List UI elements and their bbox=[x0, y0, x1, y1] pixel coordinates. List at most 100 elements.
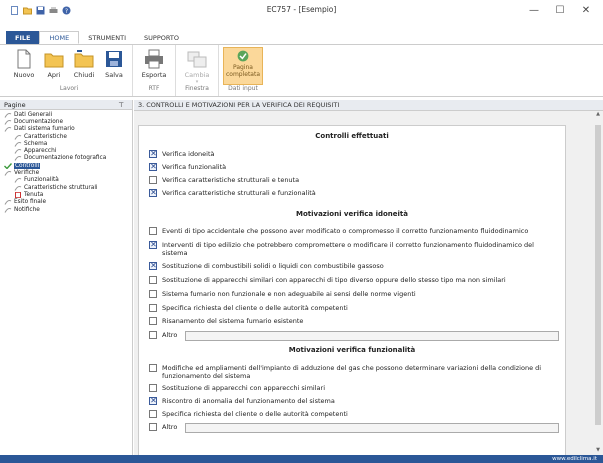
checkbox[interactable] bbox=[149, 227, 157, 235]
checkbox-checked[interactable] bbox=[149, 240, 157, 250]
tree-item[interactable]: Documentazione fotografica bbox=[0, 155, 132, 162]
checkbox-checked[interactable] bbox=[149, 162, 157, 172]
pin-icon[interactable]: ⊤ bbox=[118, 101, 124, 109]
page-icon bbox=[14, 155, 22, 162]
page-icon bbox=[14, 177, 22, 184]
apri-button[interactable]: Apri bbox=[40, 47, 68, 85]
checkbox-label: Eventi di tipo accidentale che possono a… bbox=[162, 227, 529, 235]
altro-row: Altro bbox=[149, 423, 559, 433]
checkbox[interactable] bbox=[149, 331, 157, 339]
tree-item[interactable]: Funzionalità bbox=[0, 177, 132, 184]
open-folder-icon bbox=[44, 53, 64, 68]
tree-item[interactable]: Schema bbox=[0, 140, 132, 147]
checkbox-checked[interactable] bbox=[149, 261, 157, 271]
sec1-title: Controlli effettuati bbox=[315, 132, 389, 140]
chiudi-button[interactable]: Chiudi bbox=[70, 47, 98, 85]
tab-supporto[interactable]: SUPPORTO bbox=[135, 31, 188, 44]
section-header: 3. CONTROLLI E MOTIVAZIONI PER LA VERIFI… bbox=[134, 100, 603, 111]
checkbox-checked[interactable] bbox=[149, 188, 157, 198]
page-icon bbox=[4, 112, 12, 118]
tree-item-label: Documentazione fotografica bbox=[24, 155, 107, 162]
scroll-thumb[interactable] bbox=[595, 125, 601, 425]
tab-file[interactable]: FILE bbox=[6, 31, 40, 44]
tree-item[interactable]: Dati sistema fumario bbox=[0, 126, 132, 133]
tree-item[interactable]: Apparecchi bbox=[0, 147, 132, 154]
checkbox[interactable] bbox=[149, 423, 157, 431]
sec2-title: Motivazioni verifica idoneità bbox=[296, 210, 408, 218]
checkbox[interactable] bbox=[149, 276, 157, 284]
vertical-scrollbar[interactable]: ▲ ▼ bbox=[593, 111, 603, 455]
checkbox-label: Riscontro di anomalia del funzionamento … bbox=[162, 397, 335, 405]
tree-item[interactable]: Dati Generali bbox=[0, 111, 132, 118]
checkbox-row: Sostituzione di combustibili solidi o li… bbox=[149, 261, 559, 271]
tree-item[interactable]: Controlli bbox=[0, 162, 132, 170]
tree-item-label: Documentazione bbox=[14, 118, 64, 125]
pagina-completata-button[interactable]: Pagina completata bbox=[223, 47, 263, 85]
tree-item[interactable]: Verifiche bbox=[0, 169, 132, 176]
checkbox-checked[interactable] bbox=[149, 149, 157, 159]
minimize-button[interactable]: — bbox=[521, 2, 547, 18]
window-controls: — ☐ ✕ bbox=[521, 2, 599, 18]
page-icon bbox=[4, 207, 12, 213]
ribbon-tabs: FILE HOME STRUMENTI SUPPORTO bbox=[0, 31, 603, 45]
checkbox-row: Sostituzione di apparecchi similari con … bbox=[149, 276, 559, 284]
scroll-up-icon[interactable]: ▲ bbox=[593, 111, 603, 119]
checkbox-label: Specifica richiesta del cliente o delle … bbox=[162, 304, 348, 312]
group-label-rtf: RTF bbox=[148, 85, 160, 92]
tree-item-label: Apparecchi bbox=[24, 148, 57, 155]
altro-row: Altro bbox=[149, 331, 559, 341]
cambia-button[interactable]: Cambia ▾ bbox=[180, 47, 214, 85]
checkbox[interactable] bbox=[149, 290, 157, 298]
tree-item-label: Dati sistema fumario bbox=[14, 126, 75, 133]
altro-label: Altro bbox=[162, 331, 178, 339]
salva-button[interactable]: Salva bbox=[100, 47, 128, 85]
tree-item[interactable]: Documentazione bbox=[0, 118, 132, 125]
checkbox[interactable] bbox=[149, 176, 157, 184]
checkbox-row: Verifica idoneità bbox=[149, 149, 559, 159]
pages-panel-header: Pagine ⊤ bbox=[0, 100, 132, 110]
altro-input[interactable] bbox=[185, 331, 559, 341]
tree-item-label: Tenuta bbox=[24, 191, 44, 198]
pages-panel: Pagine ⊤ Dati Generali Documentazione Dati… bbox=[0, 100, 133, 455]
checkbox[interactable] bbox=[149, 317, 157, 325]
checkbox-row: Verifica caratteristiche strutturali e f… bbox=[149, 188, 559, 198]
tree-item-label: Esito finale bbox=[14, 199, 47, 206]
tree-item[interactable]: Esito finale bbox=[0, 199, 132, 206]
checkbox-checked[interactable] bbox=[149, 396, 157, 406]
checkbox[interactable] bbox=[149, 304, 157, 312]
page-tree: Dati Generali Documentazione Dati sistema … bbox=[0, 110, 132, 213]
document-red-icon bbox=[14, 191, 22, 199]
altro-input[interactable] bbox=[185, 423, 559, 433]
group-lavori: Nuovo Apri Chiudi Salva Lavori bbox=[6, 45, 133, 96]
group-rtf: Esporta RTF bbox=[133, 45, 176, 96]
checkbox-label: Sistema fumario non funzionale e non ade… bbox=[162, 290, 416, 298]
checkbox[interactable] bbox=[149, 364, 157, 372]
checkbox[interactable] bbox=[149, 384, 157, 392]
close-button[interactable]: ✕ bbox=[573, 2, 599, 18]
tree-item-label: Verifiche bbox=[14, 170, 40, 177]
tree-item[interactable]: Caratteristiche strutturali bbox=[0, 184, 132, 191]
checkbox-label: Specifica richiesta del cliente o delle … bbox=[162, 410, 348, 418]
checkbox-label: Modifiche ed ampliamenti dell'impianto d… bbox=[162, 364, 542, 380]
checkbox-row: Sostituzione di apparecchi con apparecch… bbox=[149, 384, 559, 392]
nuovo-button[interactable]: Nuovo bbox=[10, 47, 38, 85]
maximize-button[interactable]: ☐ bbox=[547, 2, 573, 18]
tree-item-label: Schema bbox=[24, 140, 48, 147]
checkbox-row: Risanamento del sistema fumario esistent… bbox=[149, 317, 559, 325]
tree-item[interactable]: Caratteristiche bbox=[0, 133, 132, 140]
page-icon bbox=[14, 185, 22, 191]
tab-strumenti[interactable]: STRUMENTI bbox=[79, 31, 135, 44]
checkbox-label: Verifica idoneità bbox=[162, 150, 215, 158]
tree-item[interactable]: Tenuta bbox=[0, 191, 132, 199]
checkbox-label: Sostituzione di apparecchi similari con … bbox=[162, 276, 506, 284]
checkbox[interactable] bbox=[149, 410, 157, 418]
tree-item-label: Caratteristiche strutturali bbox=[24, 184, 98, 191]
tree-item-label: Funzionalità bbox=[24, 177, 59, 184]
tab-home[interactable]: HOME bbox=[39, 31, 80, 44]
pages-panel-title: Pagine bbox=[4, 100, 26, 109]
tree-item[interactable]: Notifiche bbox=[0, 206, 132, 213]
checkbox-row: Eventi di tipo accidentale che possono a… bbox=[149, 227, 559, 235]
esporta-button[interactable]: Esporta bbox=[137, 47, 171, 85]
new-document-icon bbox=[17, 49, 31, 69]
scroll-down-icon[interactable]: ▼ bbox=[593, 447, 603, 455]
